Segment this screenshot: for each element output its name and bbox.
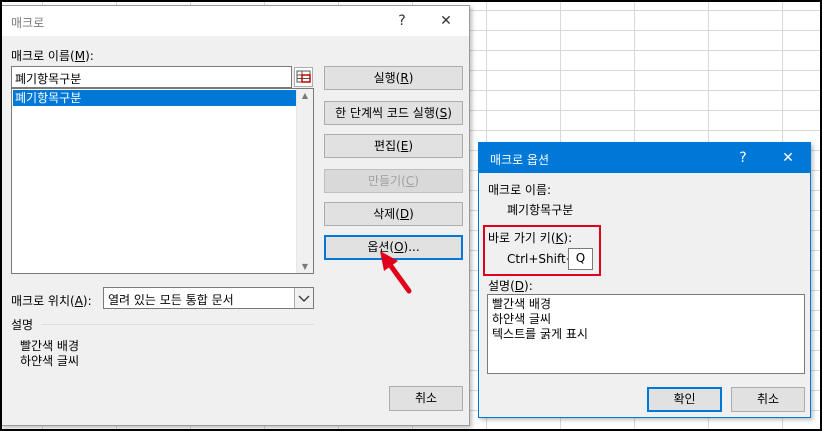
screenshot-border <box>0 0 822 431</box>
